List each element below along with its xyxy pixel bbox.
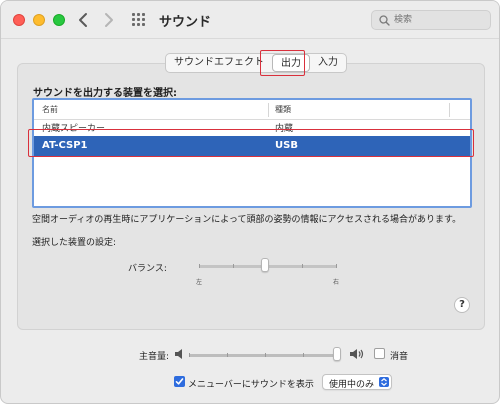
forward-button[interactable] [99,10,117,30]
slider-tick [233,264,234,268]
mute-label: 消音 [390,352,409,362]
spatial-audio-notice: 空間オーディオの再生時にアプリケーションによって頭部の姿勢の情報にアクセスされる… [32,215,462,225]
column-header-name[interactable]: 名前 [42,104,58,115]
volume-slider[interactable] [189,353,341,357]
slider-tick [227,353,228,357]
tab-output[interactable]: 出力 [272,54,310,72]
tab-sound-effects[interactable]: サウンドエフェクト [166,54,272,72]
mute-checkbox[interactable] [374,348,385,359]
grid-icon [132,13,135,16]
table-row[interactable]: 内蔵スピーカー 内蔵 [34,120,470,132]
speaker-high-icon [350,349,364,359]
slider-tick [302,264,303,268]
device-settings-label: 選択した装置の設定: [32,238,117,248]
device-type: 内蔵 [275,124,294,132]
menubar-display-popup[interactable]: 使用中のみ [322,374,392,390]
show-all-button[interactable] [132,13,146,27]
back-button[interactable] [75,10,93,30]
close-window-button[interactable] [13,14,25,26]
sound-preferences-window: サウンド サウンドを出力する装置を選択: 名前 種類 内蔵スピーカー 内蔵 AT… [0,0,500,404]
volume-label: 主音量: [139,352,170,362]
column-divider [268,103,269,117]
device-name: 内蔵スピーカー [42,124,106,132]
device-table[interactable]: 名前 種類 内蔵スピーカー 内蔵 AT-CSP1 USB [32,98,472,208]
device-name: AT-CSP1 [42,140,88,151]
column-header-type[interactable]: 種類 [275,104,291,115]
show-in-menubar-checkbox[interactable] [174,376,185,387]
popup-arrow [379,377,389,387]
slider-tick [265,353,266,357]
help-button[interactable]: ? [454,297,470,313]
minimize-window-button[interactable] [33,14,45,26]
output-panel: サウンドを出力する装置を選択: 名前 種類 内蔵スピーカー 内蔵 AT-CSP1… [17,63,485,330]
slider-tick [199,264,200,268]
tab-bar: サウンドエフェクト 出力 入力 [165,53,347,73]
search-input[interactable] [394,12,486,28]
balance-left-label: 左 [196,279,203,286]
balance-slider-knob[interactable] [261,258,269,272]
zoom-window-button[interactable] [53,14,65,26]
table-header: 名前 種類 [34,100,470,120]
speaker-low-icon [175,349,182,359]
slider-tick [303,353,304,357]
search-icon [379,15,390,26]
balance-right-label: 右 [333,279,340,286]
title-bar: サウンド [1,1,499,39]
chevron-up-down-icon [381,378,387,386]
device-list-heading: サウンドを出力する装置を選択: [33,88,177,99]
window-title: サウンド [159,15,212,30]
search-field[interactable] [371,10,491,30]
balance-label: バランス: [128,264,167,274]
slider-tick [189,353,190,357]
device-type: USB [275,140,298,151]
column-divider [449,103,450,117]
table-row-selected[interactable]: AT-CSP1 USB [34,136,470,156]
chevron-right-icon [105,13,113,27]
tab-input[interactable]: 入力 [310,54,346,72]
volume-slider-knob[interactable] [333,347,341,361]
checkmark-icon [175,378,184,385]
slider-tick [336,264,337,268]
popup-selected-value: 使用中のみ [329,380,375,390]
chevron-left-icon [79,13,87,27]
show-in-menubar-label: メニューバーにサウンドを表示 [188,380,314,390]
